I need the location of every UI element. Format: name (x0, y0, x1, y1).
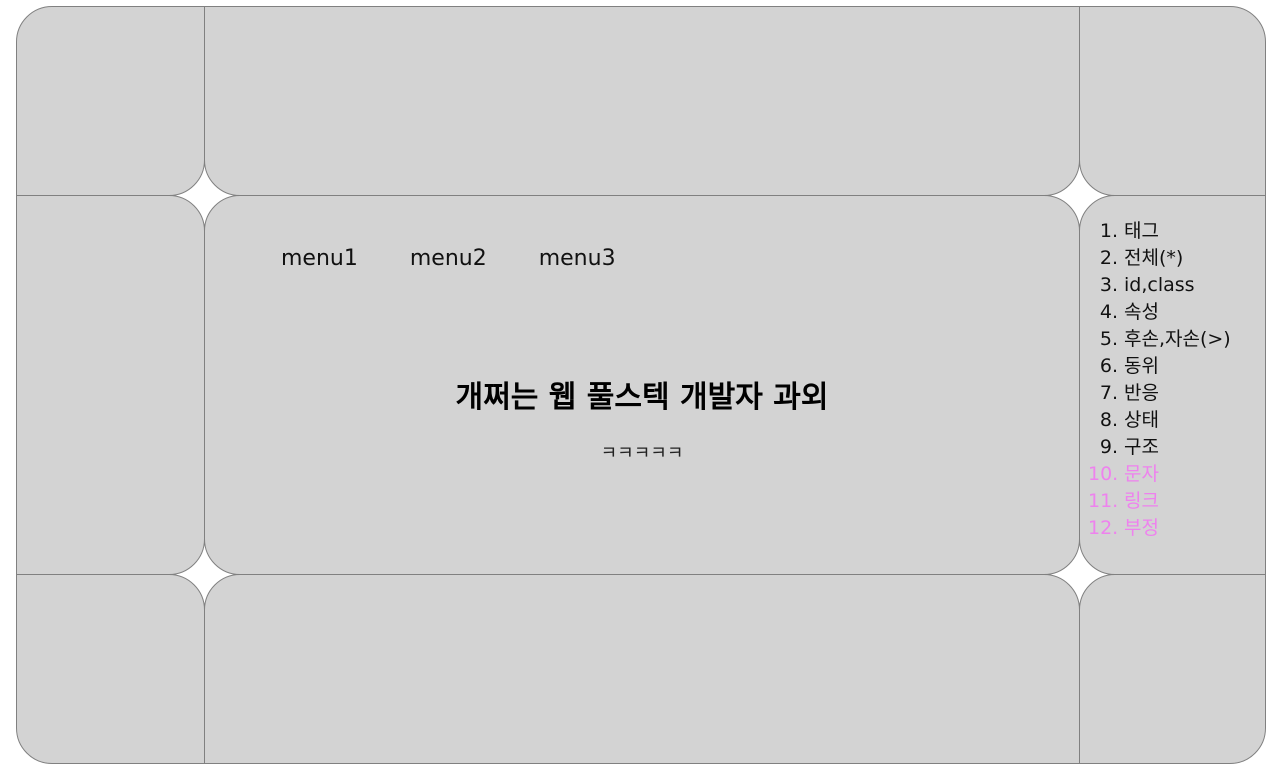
list-item-highlight: 10. 문자 (1088, 463, 1159, 485)
list-item: 8. 상태 (1099, 409, 1159, 431)
list-item: 3. id,class (1099, 274, 1195, 296)
cell-middle-center: menu1 menu2 menu3 개쩌는 웹 풀스텍 개발자 과외 ㅋㅋㅋㅋㅋ (204, 195, 1080, 575)
list-item-highlight: 11. 링크 (1088, 490, 1159, 512)
list-item: 6. 동위 (1099, 355, 1159, 377)
cell-top-right (1079, 6, 1266, 196)
page-title: 개쩌는 웹 풀스텍 개발자 과외 (455, 380, 829, 415)
cell-bottom-left (16, 574, 205, 764)
cell-bottom-right (1079, 574, 1266, 764)
list-item: 2. 전체(*) (1099, 247, 1184, 269)
selector-list: 1. 태그 2. 전체(*) 3. id,class 4. 속성 5. 후손,자손(>) … (1088, 218, 1231, 542)
cell-top-left (16, 6, 205, 196)
list-item: 7. 반응 (1099, 382, 1159, 404)
menu-item-2[interactable]: menu2 (410, 246, 487, 271)
list-item: 5. 후손,자손(>) (1099, 328, 1231, 350)
list-item: 4. 속성 (1099, 301, 1159, 323)
list-item: 9. 구조 (1099, 436, 1159, 458)
menu-item-1[interactable]: menu1 (281, 246, 358, 271)
cell-middle-left (16, 195, 205, 575)
list-item-highlight: 12. 부정 (1088, 517, 1159, 539)
list-item: 1. 태그 (1099, 220, 1159, 242)
top-menu: menu1 menu2 menu3 (281, 246, 616, 271)
cell-bottom-center (204, 574, 1080, 764)
page-subtitle: ㅋㅋㅋㅋㅋ (600, 443, 684, 464)
layout-grid: menu1 menu2 menu3 개쩌는 웹 풀스텍 개발자 과외 ㅋㅋㅋㅋㅋ… (16, 6, 1266, 764)
menu-item-3[interactable]: menu3 (539, 246, 616, 271)
cell-middle-right: 1. 태그 2. 전체(*) 3. id,class 4. 속성 5. 후손,자손(>) … (1079, 195, 1266, 575)
cell-top-center (204, 6, 1080, 196)
